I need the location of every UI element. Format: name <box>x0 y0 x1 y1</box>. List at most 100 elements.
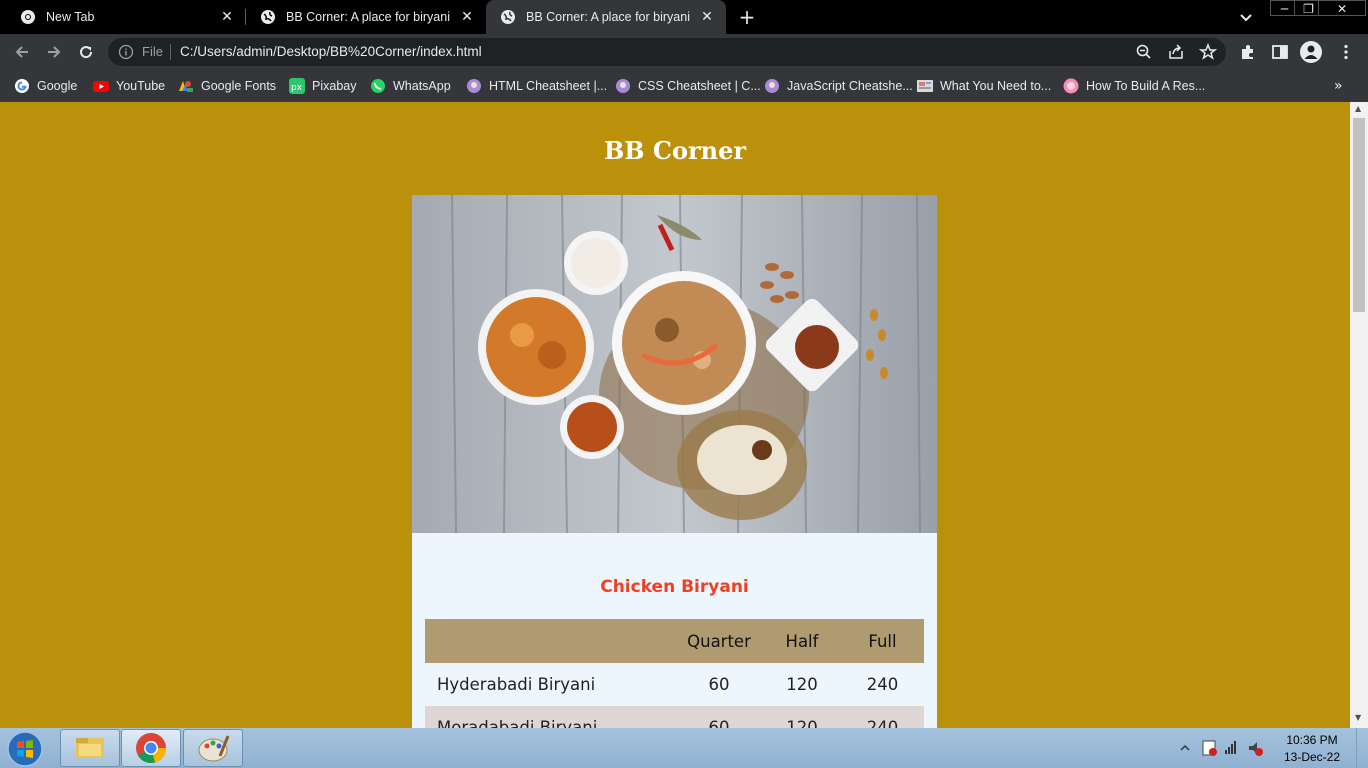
more-bookmarks-chevron-icon[interactable]: » <box>1334 78 1343 94</box>
new-tab-button[interactable]: + <box>736 6 758 28</box>
show-hidden-icons-icon <box>1180 744 1190 751</box>
site-title: BB Corner <box>603 136 747 165</box>
bookmarks-bar: Google YouTube Google Fonts px Pixabay W… <box>0 70 1368 102</box>
paint-icon <box>198 735 230 762</box>
url-text[interactable]: C:/Users/admin/Desktop/BB%20Corner/index… <box>180 44 482 60</box>
hero-image <box>412 195 937 533</box>
whatsapp-icon <box>371 79 385 93</box>
info-icon[interactable] <box>118 44 134 60</box>
bookmark-whatsapp[interactable]: WhatsApp <box>370 77 451 95</box>
clock-date[interactable]: 13-Dec-22 <box>1272 750 1352 764</box>
tab-bb-corner-active[interactable]: BB Corner: A place for biryani lov ✕ <box>486 0 726 34</box>
chevron-down-icon[interactable] <box>1236 7 1256 27</box>
side-panel-icon[interactable] <box>1270 42 1290 62</box>
share-icon[interactable] <box>1166 42 1186 62</box>
close-window-button[interactable]: ✕ <box>1318 0 1366 16</box>
dish-name: Hyderabadi Biryani <box>425 663 675 706</box>
bookmark-what-you-need[interactable]: What You Need to... <box>917 77 1051 95</box>
globe-icon <box>261 10 275 24</box>
person-icon <box>1304 45 1318 59</box>
chrome-icon <box>21 10 35 24</box>
google-fonts-icon <box>179 81 193 92</box>
column-header: Full <box>841 619 924 663</box>
price-quarter: 60 <box>675 706 763 728</box>
windows-start-button[interactable] <box>6 730 44 768</box>
bookmark-label: How To Build A Res... <box>1086 79 1206 93</box>
globe-icon <box>501 10 515 24</box>
bookmark-label: What You Need to... <box>940 79 1052 93</box>
cheatsheet-icon <box>616 79 630 93</box>
profile-avatar[interactable] <box>1300 41 1322 63</box>
price-full: 240 <box>841 663 924 706</box>
page-viewport: BB Corner Chicken Biryani Quarter Half F… <box>0 102 1350 728</box>
price-table: Quarter Half Full Hyderabadi Biryani 60 … <box>425 619 924 728</box>
tab-title: BB Corner: A place for biryani lov <box>286 10 451 24</box>
forward-button[interactable] <box>42 40 66 64</box>
windows-taskbar: 10:36 PM 13-Dec-22 <box>0 728 1368 768</box>
vertical-scrollbar[interactable]: ▲ ▼ <box>1350 102 1368 728</box>
close-icon[interactable]: ✕ <box>218 8 236 26</box>
network-icon <box>1225 741 1236 754</box>
cheatsheet-icon <box>765 79 779 93</box>
cheatsheet-icon <box>467 79 481 93</box>
scroll-thumb[interactable] <box>1353 118 1365 312</box>
tab-bb-corner[interactable]: BB Corner: A place for biryani lov ✕ <box>246 0 486 34</box>
column-header: Half <box>763 619 841 663</box>
bookmark-pixabay[interactable]: px Pixabay <box>289 77 356 95</box>
bookmark-css-cheatsheet[interactable]: CSS Cheatsheet | C... <box>615 77 761 95</box>
clock-time[interactable]: 10:36 PM <box>1272 733 1352 747</box>
address-bar[interactable]: File C:/Users/admin/Desktop/BB%20Corner/… <box>108 38 1226 66</box>
bookmark-label: HTML Cheatsheet |... <box>489 79 608 93</box>
article-icon <box>917 80 933 92</box>
bookmark-label: WhatsApp <box>393 79 451 93</box>
table-row: Hyderabadi Biryani 60 120 240 <box>425 663 924 706</box>
extensions-puzzle-icon[interactable] <box>1238 42 1258 62</box>
svg-text:px: px <box>291 83 303 93</box>
show-desktop-button[interactable] <box>1356 728 1368 768</box>
tab-strip: New Tab ✕ BB Corner: A place for biryani… <box>0 0 1368 34</box>
table-header-row: Quarter Half Full <box>425 619 924 663</box>
close-icon[interactable]: ✕ <box>698 8 716 26</box>
close-icon[interactable]: ✕ <box>458 8 476 26</box>
tab-title: New Tab <box>46 10 95 24</box>
bookmark-label: CSS Cheatsheet | C... <box>638 79 761 93</box>
taskbar-explorer-button[interactable] <box>60 729 120 767</box>
price-quarter: 60 <box>675 663 763 706</box>
kebab-menu-icon[interactable] <box>1336 42 1356 62</box>
bookmark-google-fonts[interactable]: Google Fonts <box>178 77 276 95</box>
menu-card: Chicken Biryani Quarter Half Full Hydera… <box>412 195 937 728</box>
bookmark-js-cheatsheet[interactable]: JavaScript Cheatshe... <box>764 77 913 95</box>
column-header: Quarter <box>675 619 763 663</box>
reload-button[interactable] <box>74 40 98 64</box>
bookmark-youtube[interactable]: YouTube <box>93 77 165 95</box>
screen: New Tab ✕ BB Corner: A place for biryani… <box>0 0 1368 768</box>
arrow-right-icon <box>48 46 61 58</box>
menu-section-heading: Chicken Biryani <box>600 577 749 597</box>
scroll-up-arrow-icon[interactable]: ▲ <box>1355 104 1361 113</box>
bookmark-label: JavaScript Cheatshe... <box>787 79 913 93</box>
taskbar-chrome-button[interactable] <box>121 729 181 767</box>
bookmark-html-cheatsheet[interactable]: HTML Cheatsheet |... <box>466 77 607 95</box>
bookmark-google[interactable]: Google <box>14 77 77 95</box>
table-row: Moradabadi Biryani 60 120 240 <box>425 706 924 728</box>
dish-name: Moradabadi Biryani <box>425 706 675 728</box>
tab-new-tab[interactable]: New Tab ✕ <box>6 0 246 34</box>
windows-explorer-icon <box>76 738 104 758</box>
bookmark-label: YouTube <box>116 79 166 93</box>
youtube-icon <box>93 81 109 92</box>
zoom-out-icon[interactable] <box>1134 42 1154 62</box>
bookmark-label: Pixabay <box>312 79 357 93</box>
url-scheme: File <box>142 44 163 59</box>
browser-toolbar: File C:/Users/admin/Desktop/BB%20Corner/… <box>0 34 1368 70</box>
taskbar-paint-button[interactable] <box>183 729 243 767</box>
pixabay-icon: px <box>289 78 305 94</box>
back-button[interactable] <box>10 40 34 64</box>
bookmark-star-icon[interactable] <box>1198 42 1218 62</box>
bookmark-how-to-build[interactable]: How To Build A Res... <box>1063 77 1205 95</box>
reload-icon <box>80 46 93 59</box>
price-half: 120 <box>763 706 841 728</box>
divider <box>170 44 171 60</box>
system-tray[interactable] <box>1175 736 1275 760</box>
scroll-down-arrow-icon[interactable]: ▼ <box>1355 713 1361 722</box>
column-header <box>425 619 675 663</box>
